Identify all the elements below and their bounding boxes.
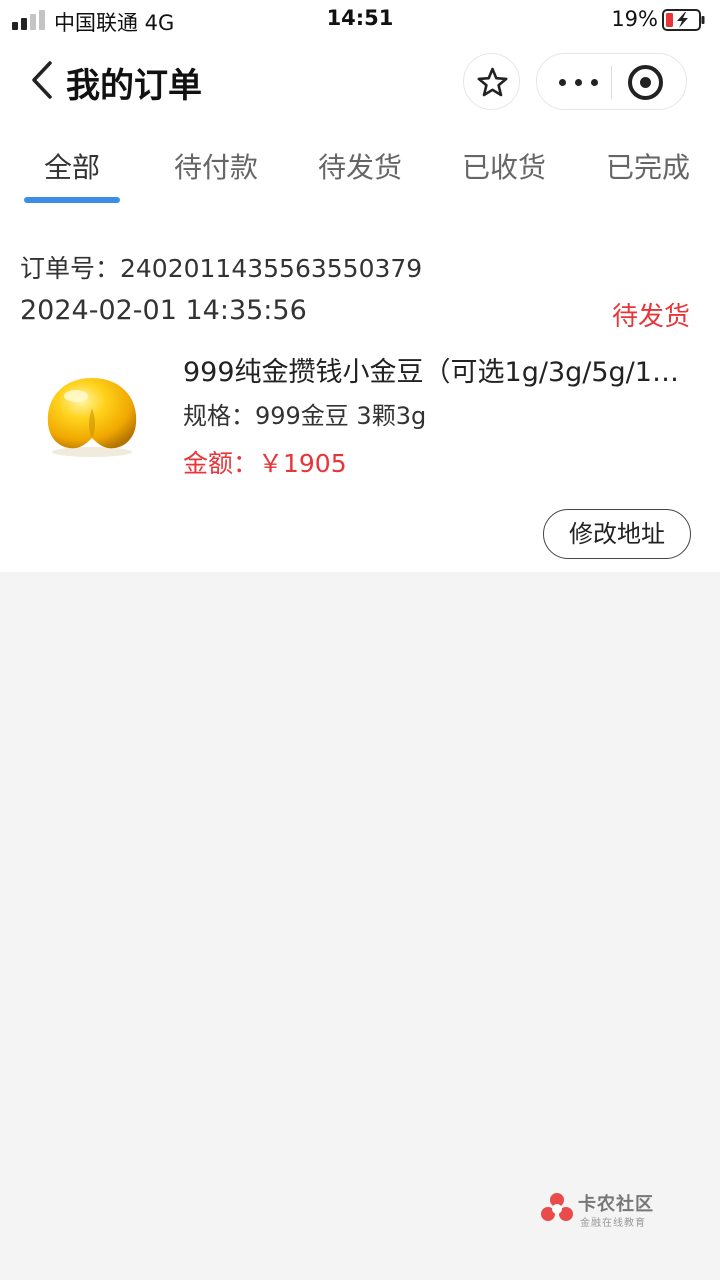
status-bar: 中国联通 4G 14:51 19% [0,0,720,40]
nav-bar: 我的订单 [0,50,720,112]
tab-received[interactable]: 已收货 [462,146,546,186]
page-title: 我的订单 [66,66,202,106]
product-spec: 规格：999金豆 3颗3g [183,402,427,430]
battery-percent: 19% [611,7,658,31]
order-amount: 金额：￥1905 [183,449,347,478]
more-icon[interactable] [559,79,599,87]
order-status-badge: 待发货 [611,302,690,332]
product-thumbnail[interactable] [36,368,148,463]
favorite-button[interactable] [463,53,520,110]
tab-all[interactable]: 全部 [44,146,100,186]
mini-program-capsule [536,53,687,110]
watermark-subtitle: 金融在线教育 [580,1218,646,1229]
order-section: 中国联通 4G 14:51 19% 我的订单 全部 待付款 待发货 已收货 已完… [0,0,720,572]
tab-completed[interactable]: 已完成 [606,146,690,186]
product-name[interactable]: 999纯金攒钱小金豆（可选1g/3g/5g/10g） [183,350,688,389]
watermark: 卡农社区 金融在线教育 [540,1190,670,1230]
battery-charging-icon [662,9,705,31]
order-number: 订单号：2402011435563550379 [20,254,423,283]
modify-address-button[interactable]: 修改地址 [543,509,691,559]
star-icon [477,67,508,97]
tab-pending-payment[interactable]: 待付款 [174,146,258,186]
active-tab-indicator [24,197,120,203]
capsule-divider [611,66,612,99]
watermark-logo [541,1193,573,1221]
watermark-title: 卡农社区 [578,1194,654,1215]
order-datetime: 2024-02-01 14:35:56 [20,295,307,326]
tab-pending-shipment[interactable]: 待发货 [318,146,402,186]
close-circle-icon[interactable] [628,65,663,100]
back-arrow-icon[interactable] [28,60,58,100]
